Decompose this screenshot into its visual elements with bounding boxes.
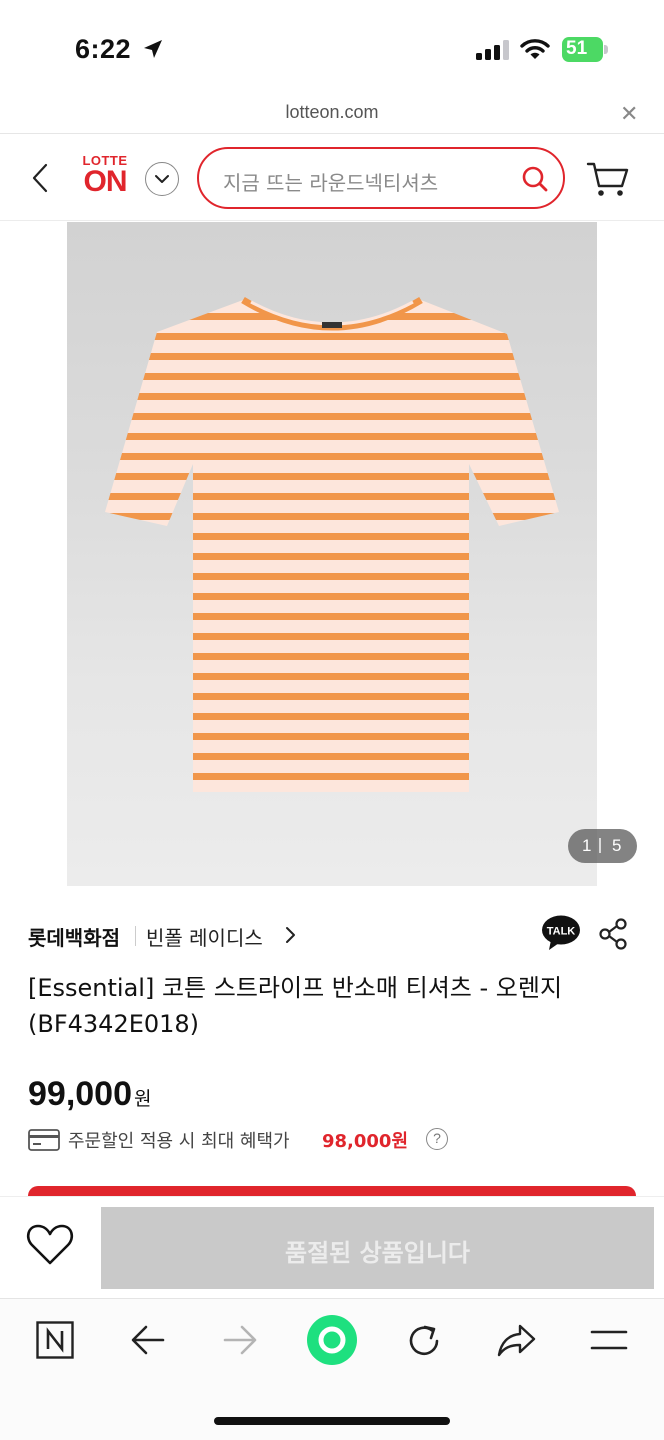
sold-out-label: 품절된 상품입니다 xyxy=(285,1239,470,1267)
striped-tshirt-image xyxy=(105,297,559,792)
signal-icon xyxy=(476,40,509,60)
product-photo[interactable] xyxy=(67,222,597,886)
back-icon[interactable] xyxy=(26,161,54,195)
menu-icon[interactable] xyxy=(590,1321,628,1359)
wifi-icon xyxy=(520,39,550,59)
search-input[interactable]: 지금 뜨는 라운드넥티셔츠 xyxy=(197,147,565,209)
logo-main-text: ON xyxy=(83,165,128,198)
lotte-on-logo[interactable]: LOTTE ON xyxy=(78,153,132,203)
battery-icon: 51 xyxy=(562,37,608,62)
home-circle-icon[interactable] xyxy=(305,1313,359,1367)
price-row: 99,000 원 xyxy=(28,1075,151,1114)
heart-icon[interactable] xyxy=(26,1223,74,1267)
price-unit: 원 xyxy=(134,1088,152,1110)
brand-divider xyxy=(135,926,136,946)
share-arrow-icon[interactable] xyxy=(496,1321,538,1359)
brand-row: 롯데백화점 빈폴 레이디스 TALK xyxy=(28,915,638,952)
site-header: LOTTE ON 지금 뜨는 라운드넥티셔츠 xyxy=(0,135,664,221)
back-arrow-icon[interactable] xyxy=(130,1321,166,1359)
talk-chat-icon[interactable]: TALK xyxy=(541,915,581,951)
home-indicator xyxy=(214,1417,450,1425)
product-price: 99,000 xyxy=(28,1075,132,1113)
product-image-gallery[interactable]: 1 5 xyxy=(0,222,664,886)
naver-icon[interactable] xyxy=(36,1321,74,1359)
battery-level: 51 xyxy=(566,38,588,59)
chevron-right-icon[interactable] xyxy=(285,926,297,944)
purchase-bar: 품절된 상품입니다 xyxy=(0,1196,664,1298)
close-icon[interactable]: ✕ xyxy=(620,104,638,126)
service-dropdown-button[interactable] xyxy=(145,162,179,196)
url-text[interactable]: lotteon.com xyxy=(0,102,664,123)
share-icon[interactable] xyxy=(598,918,628,950)
search-placeholder: 지금 뜨는 라운드넥티셔츠 xyxy=(223,171,439,195)
talk-label: TALK xyxy=(547,926,576,938)
sold-out-button[interactable]: 품절된 상품입니다 xyxy=(101,1207,654,1289)
cart-icon[interactable] xyxy=(586,159,630,199)
store-name[interactable]: 롯데백화점 xyxy=(28,922,120,951)
brand-link[interactable]: 빈폴 레이디스 xyxy=(146,922,263,951)
image-counter-divider xyxy=(599,838,601,853)
browser-toolbar xyxy=(0,1298,664,1440)
chevron-down-icon xyxy=(155,175,169,183)
status-time: 6:22 xyxy=(75,34,132,64)
help-icon[interactable]: ? xyxy=(426,1128,448,1150)
image-counter: 1 5 xyxy=(568,829,637,863)
benefit-price: 98,000원 xyxy=(322,1131,409,1152)
location-arrow-icon xyxy=(144,40,162,58)
benefit-text: 주문할인 적용 시 최대 혜택가 xyxy=(68,1131,290,1152)
browser-url-bar[interactable]: lotteon.com ✕ xyxy=(0,94,664,134)
search-icon[interactable] xyxy=(521,165,549,193)
image-counter-current: 1 xyxy=(582,836,592,855)
refresh-icon[interactable] xyxy=(404,1321,444,1361)
product-title: [Essential] 코튼 스트라이프 반소매 티셔츠 - 오렌지 (BF43… xyxy=(28,974,563,1038)
image-counter-total: 5 xyxy=(612,836,622,855)
status-bar: 6:22 51 xyxy=(0,0,664,94)
benefit-row: 주문할인 적용 시 최대 혜택가 98,000원 ? xyxy=(28,1126,648,1154)
forward-arrow-icon[interactable] xyxy=(222,1321,258,1359)
credit-card-icon xyxy=(28,1129,60,1151)
